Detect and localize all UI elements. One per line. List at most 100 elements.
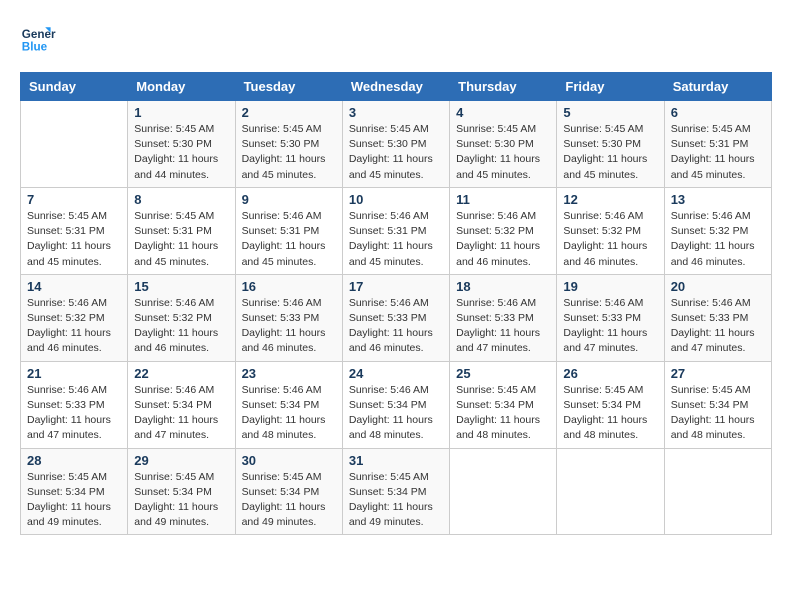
- calendar-cell: 1 Sunrise: 5:45 AM Sunset: 5:30 PM Daylig…: [128, 101, 235, 188]
- calendar-week-row: 14Sunrise: 5:46 AM Sunset: 5:32 PM Dayli…: [21, 274, 772, 361]
- calendar-cell: 13 Sunrise: 5:46 AM Sunset: 5:32 PM Dayli…: [664, 187, 771, 274]
- day-info: Sunrise: 5:45 AM Sunset: 5:34 PM Dayligh…: [671, 383, 765, 444]
- calendar-cell: 27 Sunrise: 5:45 AM Sunset: 5:34 PM Dayli…: [664, 361, 771, 448]
- calendar-cell: 7 Sunrise: 5:45 AM Sunset: 5:31 PM Daylig…: [21, 187, 128, 274]
- day-number: 27: [671, 366, 765, 381]
- day-number: 31: [349, 453, 443, 468]
- calendar-cell: 22 Sunrise: 5:46 AM Sunset: 5:34 PM Dayli…: [128, 361, 235, 448]
- day-info: Sunrise: 5:45 AM Sunset: 5:34 PM Dayligh…: [349, 470, 443, 531]
- calendar-cell: 18 Sunrise: 5:46 AM Sunset: 5:33 PM Dayli…: [450, 274, 557, 361]
- column-header-tuesday: Tuesday: [235, 73, 342, 101]
- day-number: 30: [242, 453, 336, 468]
- day-number: 26: [563, 366, 657, 381]
- day-info: Sunrise: 5:46 AM Sunset: 5:32 PM Dayligh…: [134, 296, 228, 357]
- day-number: 18: [456, 279, 550, 294]
- day-info: Sunrise: 5:46 AM Sunset: 5:33 PM Dayligh…: [27, 383, 121, 444]
- day-info: Sunrise: 5:46 AM Sunset: 5:34 PM Dayligh…: [134, 383, 228, 444]
- day-number: 9: [242, 192, 336, 207]
- calendar-cell: 5 Sunrise: 5:45 AM Sunset: 5:30 PM Daylig…: [557, 101, 664, 188]
- logo: General Blue: [20, 20, 60, 56]
- page-header: General Blue: [20, 20, 772, 56]
- day-info: Sunrise: 5:46 AM Sunset: 5:32 PM Dayligh…: [671, 209, 765, 270]
- column-header-sunday: Sunday: [21, 73, 128, 101]
- calendar-cell: 21 Sunrise: 5:46 AM Sunset: 5:33 PM Dayli…: [21, 361, 128, 448]
- svg-text:General: General: [22, 28, 56, 41]
- day-number: 6: [671, 105, 765, 120]
- day-info: Sunrise: 5:45 AM Sunset: 5:34 PM Dayligh…: [242, 470, 336, 531]
- calendar-cell: [450, 448, 557, 535]
- day-info: Sunrise: 5:45 AM Sunset: 5:31 PM Dayligh…: [671, 122, 765, 183]
- day-info: Sunrise: 5:46 AM Sunset: 5:34 PM Dayligh…: [242, 383, 336, 444]
- day-info: Sunrise: 5:45 AM Sunset: 5:34 PM Dayligh…: [563, 383, 657, 444]
- day-info: Sunrise: 5:46 AM Sunset: 5:33 PM Dayligh…: [456, 296, 550, 357]
- day-number: 17: [349, 279, 443, 294]
- calendar-cell: 29Sunrise: 5:45 AM Sunset: 5:34 PM Dayli…: [128, 448, 235, 535]
- calendar-cell: 2 Sunrise: 5:45 AM Sunset: 5:30 PM Daylig…: [235, 101, 342, 188]
- day-number: 25: [456, 366, 550, 381]
- day-info: Sunrise: 5:46 AM Sunset: 5:33 PM Dayligh…: [563, 296, 657, 357]
- calendar-cell: 24Sunrise: 5:46 AM Sunset: 5:34 PM Dayli…: [342, 361, 449, 448]
- column-header-wednesday: Wednesday: [342, 73, 449, 101]
- day-number: 20: [671, 279, 765, 294]
- calendar-cell: 25 Sunrise: 5:45 AM Sunset: 5:34 PM Dayli…: [450, 361, 557, 448]
- day-number: 7: [27, 192, 121, 207]
- day-info: Sunrise: 5:45 AM Sunset: 5:30 PM Dayligh…: [134, 122, 228, 183]
- calendar-cell: 19 Sunrise: 5:46 AM Sunset: 5:33 PM Dayli…: [557, 274, 664, 361]
- calendar-cell: 6 Sunrise: 5:45 AM Sunset: 5:31 PM Daylig…: [664, 101, 771, 188]
- day-info: Sunrise: 5:45 AM Sunset: 5:30 PM Dayligh…: [563, 122, 657, 183]
- day-info: Sunrise: 5:46 AM Sunset: 5:32 PM Dayligh…: [563, 209, 657, 270]
- calendar-cell: 31 Sunrise: 5:45 AM Sunset: 5:34 PM Dayli…: [342, 448, 449, 535]
- day-number: 2: [242, 105, 336, 120]
- calendar-table: SundayMondayTuesdayWednesdayThursdayFrid…: [20, 72, 772, 535]
- day-number: 13: [671, 192, 765, 207]
- day-number: 21: [27, 366, 121, 381]
- day-number: 8: [134, 192, 228, 207]
- calendar-cell: 16 Sunrise: 5:46 AM Sunset: 5:33 PM Dayli…: [235, 274, 342, 361]
- calendar-header-row: SundayMondayTuesdayWednesdayThursdayFrid…: [21, 73, 772, 101]
- day-number: 5: [563, 105, 657, 120]
- column-header-saturday: Saturday: [664, 73, 771, 101]
- calendar-cell: 3 Sunrise: 5:45 AM Sunset: 5:30 PM Daylig…: [342, 101, 449, 188]
- day-info: Sunrise: 5:46 AM Sunset: 5:31 PM Dayligh…: [349, 209, 443, 270]
- day-info: Sunrise: 5:45 AM Sunset: 5:30 PM Dayligh…: [242, 122, 336, 183]
- calendar-cell: 26 Sunrise: 5:45 AM Sunset: 5:34 PM Dayli…: [557, 361, 664, 448]
- day-number: 16: [242, 279, 336, 294]
- calendar-cell: 17Sunrise: 5:46 AM Sunset: 5:33 PM Dayli…: [342, 274, 449, 361]
- day-number: 29: [134, 453, 228, 468]
- day-number: 24: [349, 366, 443, 381]
- day-info: Sunrise: 5:45 AM Sunset: 5:30 PM Dayligh…: [349, 122, 443, 183]
- calendar-cell: 8Sunrise: 5:45 AM Sunset: 5:31 PM Daylig…: [128, 187, 235, 274]
- calendar-cell: 9 Sunrise: 5:46 AM Sunset: 5:31 PM Daylig…: [235, 187, 342, 274]
- calendar-cell: 23Sunrise: 5:46 AM Sunset: 5:34 PM Dayli…: [235, 361, 342, 448]
- day-info: Sunrise: 5:45 AM Sunset: 5:31 PM Dayligh…: [27, 209, 121, 270]
- calendar-cell: 14Sunrise: 5:46 AM Sunset: 5:32 PM Dayli…: [21, 274, 128, 361]
- day-number: 10: [349, 192, 443, 207]
- day-info: Sunrise: 5:46 AM Sunset: 5:32 PM Dayligh…: [27, 296, 121, 357]
- day-number: 4: [456, 105, 550, 120]
- calendar-cell: 28 Sunrise: 5:45 AM Sunset: 5:34 PM Dayli…: [21, 448, 128, 535]
- calendar-week-row: 1 Sunrise: 5:45 AM Sunset: 5:30 PM Daylig…: [21, 101, 772, 188]
- calendar-cell: 30 Sunrise: 5:45 AM Sunset: 5:34 PM Dayli…: [235, 448, 342, 535]
- day-info: Sunrise: 5:46 AM Sunset: 5:33 PM Dayligh…: [242, 296, 336, 357]
- day-info: Sunrise: 5:45 AM Sunset: 5:34 PM Dayligh…: [27, 470, 121, 531]
- svg-text:Blue: Blue: [22, 41, 48, 54]
- day-number: 15: [134, 279, 228, 294]
- calendar-cell: 20 Sunrise: 5:46 AM Sunset: 5:33 PM Dayli…: [664, 274, 771, 361]
- logo-icon: General Blue: [20, 20, 56, 56]
- day-number: 19: [563, 279, 657, 294]
- day-number: 3: [349, 105, 443, 120]
- day-info: Sunrise: 5:45 AM Sunset: 5:34 PM Dayligh…: [456, 383, 550, 444]
- day-number: 11: [456, 192, 550, 207]
- calendar-week-row: 7 Sunrise: 5:45 AM Sunset: 5:31 PM Daylig…: [21, 187, 772, 274]
- day-number: 28: [27, 453, 121, 468]
- day-info: Sunrise: 5:46 AM Sunset: 5:31 PM Dayligh…: [242, 209, 336, 270]
- day-info: Sunrise: 5:46 AM Sunset: 5:33 PM Dayligh…: [671, 296, 765, 357]
- day-info: Sunrise: 5:46 AM Sunset: 5:32 PM Dayligh…: [456, 209, 550, 270]
- calendar-cell: 4Sunrise: 5:45 AM Sunset: 5:30 PM Daylig…: [450, 101, 557, 188]
- calendar-cell: [664, 448, 771, 535]
- day-number: 1: [134, 105, 228, 120]
- calendar-cell: 11 Sunrise: 5:46 AM Sunset: 5:32 PM Dayli…: [450, 187, 557, 274]
- day-number: 22: [134, 366, 228, 381]
- column-header-monday: Monday: [128, 73, 235, 101]
- column-header-friday: Friday: [557, 73, 664, 101]
